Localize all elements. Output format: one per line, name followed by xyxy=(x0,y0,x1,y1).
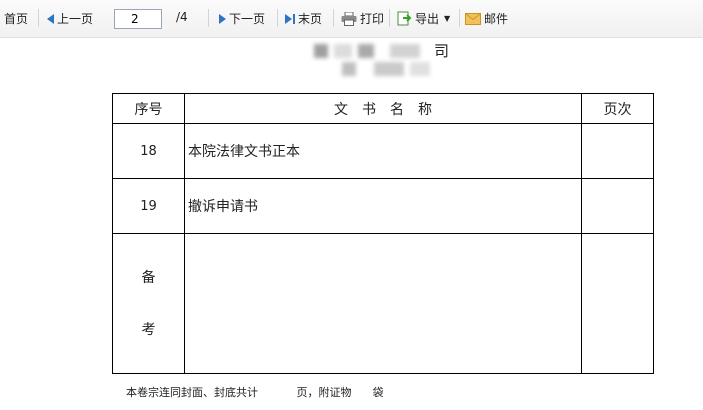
first-page-button[interactable]: 首页 xyxy=(4,10,28,27)
export-button[interactable]: 导出 ▼ xyxy=(397,10,450,27)
chevron-down-icon: ▼ xyxy=(444,14,451,23)
row-name: 本院法律文书正本 xyxy=(184,123,582,179)
remark-page xyxy=(581,233,654,374)
row-page xyxy=(581,123,654,179)
prev-page-button[interactable]: 上一页 xyxy=(47,10,93,27)
row-page xyxy=(581,178,654,234)
row-seq: 19 xyxy=(112,178,185,234)
table-header-row: 序号 文 书 名 称 页次 xyxy=(112,93,654,124)
table-row: 19 撤诉申请书 xyxy=(112,178,654,234)
footer-note: 本卷宗连同封面、封底共计 页，附证物 袋 xyxy=(126,386,384,399)
remark-row: 备 考 xyxy=(112,233,654,374)
export-icon xyxy=(397,11,412,26)
column-header-page: 页次 xyxy=(581,93,654,124)
remark-content xyxy=(184,233,582,374)
page-total-label: /4 xyxy=(176,10,188,24)
printer-icon xyxy=(341,11,357,26)
row-name: 撤诉申请书 xyxy=(184,178,582,234)
next-page-button[interactable]: 下一页 xyxy=(219,10,265,27)
skip-end-icon xyxy=(285,13,295,24)
document-contents-table: 序号 文 书 名 称 页次 18 本院法律文书正本 19 撤诉申请书 备 考 xyxy=(112,93,654,374)
viewer-toolbar: 首页 上一页 /4 下一页 末页 打印 导出 ▼ xyxy=(0,0,703,38)
triangle-right-icon xyxy=(219,13,226,24)
remark-label-char-2: 考 xyxy=(141,321,156,338)
triangle-left-icon xyxy=(47,13,54,24)
page-number-input[interactable] xyxy=(114,9,162,29)
toolbar-divider xyxy=(459,9,460,27)
print-label: 打印 xyxy=(360,12,385,26)
toolbar-divider xyxy=(277,9,278,27)
last-page-label: 末页 xyxy=(298,12,323,26)
next-page-label: 下一页 xyxy=(229,12,266,26)
page-total: /4 xyxy=(176,10,188,24)
remark-label: 备 考 xyxy=(112,233,185,374)
document-title-fragment: 司 xyxy=(434,42,450,60)
remark-label-char-1: 备 xyxy=(141,269,156,286)
toolbar-divider xyxy=(389,9,390,27)
toolbar-divider xyxy=(208,9,209,27)
first-page-label: 首页 xyxy=(4,12,29,26)
mail-label: 邮件 xyxy=(484,12,509,26)
prev-page-label: 上一页 xyxy=(57,12,94,26)
table-row: 18 本院法律文书正本 xyxy=(112,123,654,179)
column-header-name: 文 书 名 称 xyxy=(184,93,582,124)
column-header-seq: 序号 xyxy=(112,93,185,124)
mail-button[interactable]: 邮件 xyxy=(465,10,508,27)
row-seq: 18 xyxy=(112,123,185,179)
print-button[interactable]: 打印 xyxy=(341,10,384,27)
toolbar-divider xyxy=(38,9,39,27)
envelope-icon xyxy=(465,12,481,25)
document-title-redacted: 司 xyxy=(290,40,470,90)
last-page-button[interactable]: 末页 xyxy=(285,10,322,27)
export-label: 导出 xyxy=(415,12,440,26)
toolbar-divider xyxy=(333,9,334,27)
